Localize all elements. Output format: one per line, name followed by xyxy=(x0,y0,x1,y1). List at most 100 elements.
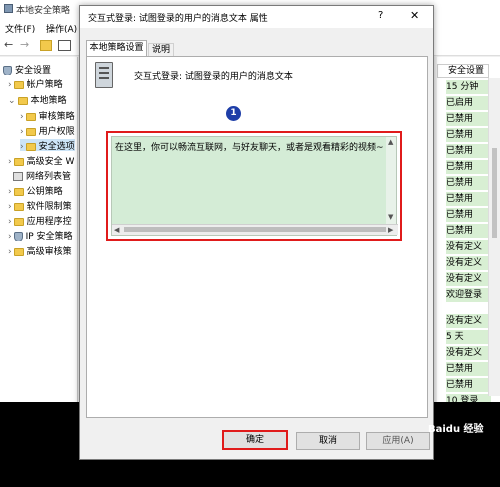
folder-icon xyxy=(13,202,24,211)
values-scrollbar[interactable] xyxy=(488,78,500,396)
tree-item-audit-policy[interactable]: › 审核策略 xyxy=(20,109,75,121)
shield-icon xyxy=(13,231,23,241)
tree-item-ip-security[interactable]: › IP 安全策略 xyxy=(8,229,73,241)
tree-item-label: 本地策略 xyxy=(30,96,67,105)
scroll-up-icon[interactable]: ▲ xyxy=(388,138,393,146)
folder-icon xyxy=(25,112,36,121)
tree-item-label: 审核策略 xyxy=(38,112,75,121)
chevron-right-icon: › xyxy=(8,157,12,166)
apply-button[interactable]: 应用(A) xyxy=(366,432,430,450)
column-header-security-setting[interactable]: 安全设置 xyxy=(437,64,489,78)
forward-arrow-icon[interactable]: → xyxy=(20,38,29,51)
shield-icon xyxy=(3,65,12,75)
list-item[interactable]: 已禁用 xyxy=(446,378,491,392)
dialog-title: 交互式登录: 试图登录的用户的消息文本 属性 xyxy=(88,14,268,24)
list-item[interactable]: 5 天 xyxy=(446,330,491,344)
list-item[interactable]: 15 分钟 xyxy=(446,80,491,94)
properties-dialog: 交互式登录: 试图登录的用户的消息文本 属性 ? ✕ 本地策略设置 说明 交互式… xyxy=(79,5,434,460)
tree-item-local-policies[interactable]: ⌄ 本地策略 xyxy=(8,93,67,105)
tree-item-label: 帐户策略 xyxy=(26,80,63,89)
watermark: Baidu 经验 xyxy=(428,424,484,435)
tree-item-label: 软件限制策 xyxy=(26,202,72,211)
list-item[interactable]: 已禁用 xyxy=(446,362,491,376)
tree-item-label: 高级审核策 xyxy=(26,247,72,256)
tree-item-firewall[interactable]: › 高级安全 W xyxy=(8,154,74,166)
tree-item-software-restriction[interactable]: › 软件限制策 xyxy=(8,199,72,211)
tree-item-label: 公钥策略 xyxy=(26,187,63,196)
chevron-right-icon: › xyxy=(8,217,12,226)
tree-item-label: 应用程序控 xyxy=(26,217,72,226)
main-window-title: 本地安全策略 xyxy=(16,6,71,16)
textarea-vertical-scrollbar[interactable]: ▲ ▼ xyxy=(386,137,396,225)
scroll-left-icon[interactable]: ◀ xyxy=(114,226,119,234)
close-icon[interactable]: ✕ xyxy=(410,9,419,22)
list-item[interactable]: 已禁用 xyxy=(446,112,491,126)
list-item[interactable]: 已禁用 xyxy=(446,192,491,206)
chevron-right-icon: › xyxy=(20,142,24,151)
message-text: 在这里，你可以畅流互联网，与好友聊天，或者是观看精彩的视频~ xyxy=(115,143,384,153)
app-icon xyxy=(4,4,13,13)
scrollbar-thumb[interactable] xyxy=(492,148,497,238)
list-item[interactable]: 已启用 xyxy=(446,96,491,110)
folder-icon xyxy=(13,157,24,166)
list-item[interactable]: 已禁用 xyxy=(446,176,491,190)
list-item[interactable]: 已禁用 xyxy=(446,160,491,174)
list-item[interactable]: 已禁用 xyxy=(446,128,491,142)
tree-item-security-options[interactable]: › 安全选项 xyxy=(20,139,75,151)
list-item[interactable]: 没有定义 xyxy=(446,256,491,270)
list-item[interactable]: 10 登录 xyxy=(446,394,491,402)
chevron-right-icon: › xyxy=(8,247,12,256)
scroll-right-icon[interactable]: ▶ xyxy=(388,226,393,234)
folder-icon xyxy=(13,247,24,256)
chevron-right-icon: › xyxy=(20,112,24,121)
ok-button[interactable]: 确定 xyxy=(222,430,288,450)
policy-tree: 安全设置 › 帐户策略 ⌄ 本地策略 › 审核策略 › 用户权限 › 安全选项 › 高级安全… xyxy=(0,57,78,402)
list-item[interactable]: 没有定义 xyxy=(446,240,491,254)
tree-item-label: 网络列表管 xyxy=(26,172,72,181)
net-icon xyxy=(13,172,23,181)
tree-item-account-policies[interactable]: › 帐户策略 xyxy=(8,77,63,89)
list-item[interactable]: 已禁用 xyxy=(446,224,491,238)
tree-item-label: 高级安全 W xyxy=(26,157,75,166)
scrollbar-thumb[interactable] xyxy=(124,227,386,232)
folder-icon xyxy=(13,187,24,196)
tree-item-user-rights[interactable]: › 用户权限 xyxy=(20,124,75,136)
tree-item-label: 安全选项 xyxy=(38,142,75,151)
step-1-badge: 1 xyxy=(226,106,241,121)
folder-icon xyxy=(25,142,36,151)
chevron-right-icon: › xyxy=(20,127,24,136)
list-item[interactable]: 已禁用 xyxy=(446,144,491,158)
help-icon[interactable]: ? xyxy=(378,10,383,21)
list-item[interactable]: 已禁用 xyxy=(446,208,491,222)
chevron-right-icon: › xyxy=(8,202,12,211)
list-item[interactable]: 没有定义 xyxy=(446,272,491,286)
tree-item-public-key[interactable]: › 公钥策略 xyxy=(8,184,63,196)
message-text-field[interactable]: 在这里，你可以畅流互联网，与好友聊天，或者是观看精彩的视频~ ▲ ▼ ◀ ▶ xyxy=(111,136,398,236)
folder-icon xyxy=(13,80,24,89)
dialog-titlebar: 交互式登录: 试图登录的用户的消息文本 属性 ? ✕ xyxy=(80,6,433,28)
tree-item-network-list[interactable]: 网络列表管 xyxy=(8,169,71,181)
tree-item-security-settings[interactable]: 安全设置 xyxy=(3,63,51,75)
folder-icon xyxy=(25,127,36,136)
show-tree-icon[interactable] xyxy=(58,40,71,51)
chevron-down-icon: ⌄ xyxy=(8,96,16,105)
up-folder-icon[interactable] xyxy=(40,40,52,51)
back-arrow-icon[interactable]: ← xyxy=(4,38,13,51)
tab-explain[interactable]: 说明 xyxy=(148,43,174,56)
textarea-horizontal-scrollbar[interactable]: ◀ ▶ xyxy=(112,224,398,235)
scroll-down-icon[interactable]: ▼ xyxy=(388,213,393,221)
tree-item-label: 安全设置 xyxy=(15,66,52,75)
list-item[interactable]: 没有定义 xyxy=(446,346,491,360)
list-item[interactable]: 没有定义 xyxy=(446,314,491,328)
folder-icon xyxy=(13,217,24,226)
list-item[interactable]: 欢迎登录 xyxy=(446,288,491,302)
policy-name: 交互式登录: 试图登录的用户的消息文本 xyxy=(134,72,293,82)
tree-item-app-control[interactable]: › 应用程序控 xyxy=(8,214,72,226)
chevron-right-icon: › xyxy=(8,80,12,89)
cancel-button[interactable]: 取消 xyxy=(296,432,360,450)
tree-item-advanced-audit[interactable]: › 高级审核策 xyxy=(8,244,72,256)
chevron-right-icon: › xyxy=(8,232,12,241)
tree-item-label: 用户权限 xyxy=(38,127,75,136)
tab-local-policy-setting[interactable]: 本地策略设置 xyxy=(86,40,147,56)
policy-server-icon xyxy=(95,62,113,88)
